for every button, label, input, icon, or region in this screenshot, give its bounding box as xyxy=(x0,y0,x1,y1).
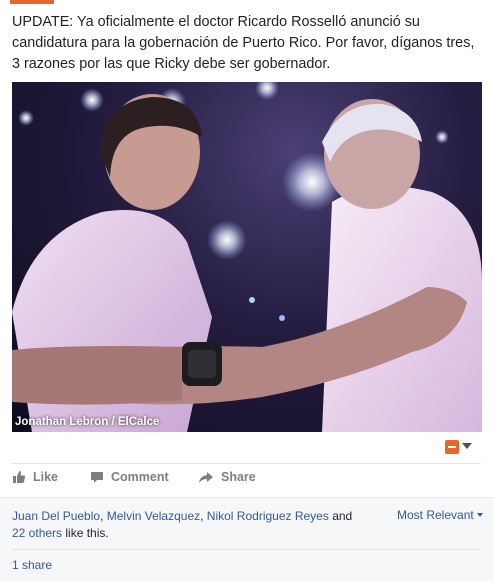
top-accent-bar xyxy=(10,0,54,4)
post-photo[interactable]: Jonathan Lebron / ElCalce xyxy=(12,82,482,432)
divider xyxy=(12,463,481,464)
social-summary: Juan Del Pueblo, Melvin Velazquez, Nikol… xyxy=(0,497,493,581)
post-text: UPDATE: Ya oficialmente el doctor Ricard… xyxy=(12,14,475,72)
photo-illustration xyxy=(12,82,482,432)
liker-link[interactable]: Nikol Rodriguez Reyes xyxy=(207,509,329,523)
separator: , xyxy=(100,509,107,523)
source-logo-icon[interactable] xyxy=(445,440,459,454)
like-this-text: like this. xyxy=(62,526,109,540)
share-button[interactable]: Share xyxy=(198,470,256,484)
comment-bubble-icon xyxy=(91,471,103,483)
divider xyxy=(12,549,481,550)
share-count-link[interactable]: 1 share xyxy=(12,558,52,572)
caret-down-icon xyxy=(476,513,483,517)
and-text: and xyxy=(328,509,353,523)
likers-text: Juan Del Pueblo, Melvin Velazquez, Nikol… xyxy=(12,508,372,542)
sort-dropdown[interactable]: Most Relevant xyxy=(397,508,483,522)
share-arrow-icon xyxy=(199,471,213,483)
photo-credit: Jonathan Lebron / ElCalce xyxy=(15,416,160,428)
like-label: Like xyxy=(33,470,59,484)
chevron-down-icon[interactable] xyxy=(462,443,472,449)
share-label: Share xyxy=(221,470,256,484)
sort-label: Most Relevant xyxy=(397,508,474,522)
thumbs-up-icon xyxy=(13,471,26,483)
separator: , xyxy=(200,509,207,523)
post-actions: Like Comment Share xyxy=(12,470,472,490)
liker-link[interactable]: Juan Del Pueblo xyxy=(12,509,100,523)
comment-button[interactable]: Comment xyxy=(90,470,169,484)
comment-label: Comment xyxy=(111,470,169,484)
others-link[interactable]: 22 others xyxy=(12,526,62,540)
liker-link[interactable]: Melvin Velazquez xyxy=(107,509,200,523)
like-button[interactable]: Like xyxy=(12,470,58,484)
